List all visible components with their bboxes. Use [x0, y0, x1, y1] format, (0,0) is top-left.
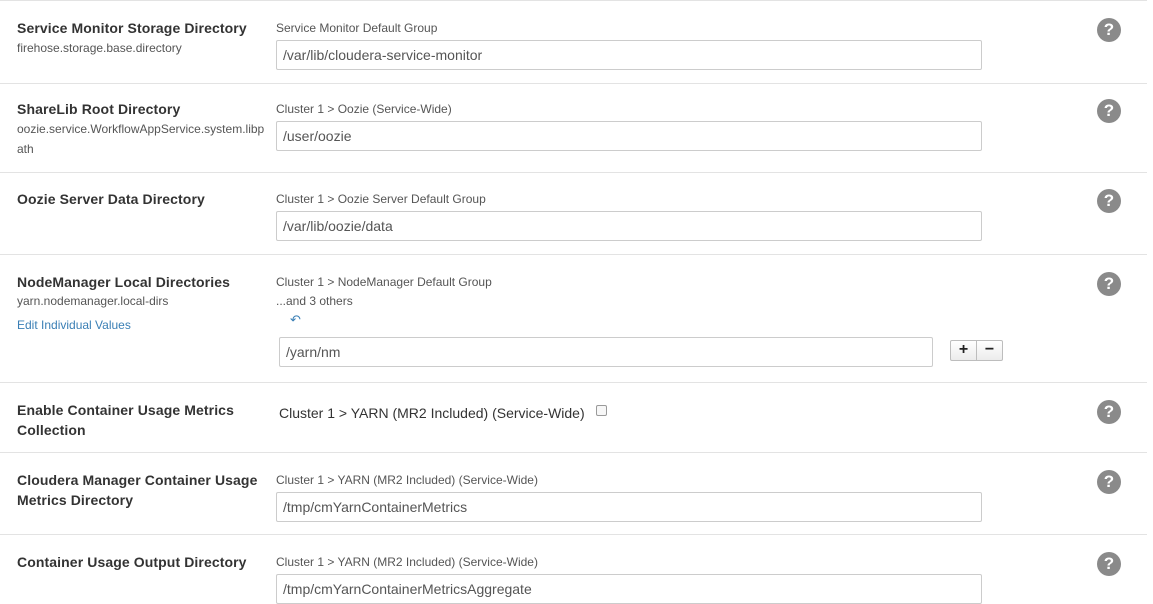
help-icon[interactable]: ? [1097, 552, 1121, 576]
config-title: Service Monitor Storage Directory [17, 20, 247, 36]
help-icon[interactable]: ? [1097, 18, 1121, 42]
help-icon[interactable]: ? [1097, 470, 1121, 494]
config-row-cm-container-metrics-dir: Cloudera Manager Container Usage Metrics… [0, 453, 1147, 535]
remove-value-button[interactable]: − [976, 340, 1003, 361]
config-scope: Cluster 1 > NodeManager Default Group [276, 275, 492, 289]
help-icon[interactable]: ? [1097, 189, 1121, 213]
config-row-nodemanager-local-dirs: NodeManager Local Directories yarn.nodem… [0, 255, 1147, 383]
config-title: Cloudera Manager Container Usage Metrics… [17, 472, 258, 508]
config-title: Oozie Server Data Directory [17, 191, 205, 207]
config-row-container-usage-output: Container Usage Output Directory Cluster… [0, 535, 1147, 604]
config-row-enable-container-metrics: Enable Container Usage Metrics Collectio… [0, 383, 1147, 453]
config-scope: Cluster 1 > YARN (MR2 Included) (Service… [276, 473, 538, 487]
config-value-input[interactable] [276, 574, 982, 604]
config-title: ShareLib Root Directory [17, 101, 181, 117]
config-scope: Service Monitor Default Group [276, 21, 438, 35]
revert-icon[interactable]: ↶ [290, 312, 301, 328]
config-property-name: oozie.service.WorkflowAppService.system.… [17, 122, 265, 156]
config-value-input[interactable] [279, 337, 933, 367]
config-scope: Cluster 1 > YARN (MR2 Included) (Service… [276, 555, 538, 569]
enable-metrics-checkbox[interactable] [596, 405, 607, 416]
help-icon[interactable]: ? [1097, 400, 1121, 424]
help-icon[interactable]: ? [1097, 99, 1121, 123]
add-value-button[interactable]: + [950, 340, 977, 361]
config-value-input[interactable] [276, 492, 982, 522]
config-property-name: firehose.storage.base.directory [17, 41, 182, 55]
config-scope: Cluster 1 > YARN (MR2 Included) (Service… [279, 405, 585, 421]
config-value-input[interactable] [276, 121, 982, 151]
config-property-name: yarn.nodemanager.local-dirs [17, 294, 169, 308]
edit-individual-values-link[interactable]: Edit Individual Values [17, 318, 131, 332]
others-count: ...and 3 others [276, 294, 353, 308]
config-title: Container Usage Output Directory [17, 554, 247, 570]
config-title: NodeManager Local Directories [17, 274, 230, 290]
config-row-oozie-server-data: Oozie Server Data Directory Cluster 1 > … [0, 173, 1147, 255]
help-icon[interactable]: ? [1097, 272, 1121, 296]
config-scope: Cluster 1 > Oozie (Service-Wide) [276, 102, 452, 116]
config-scope: Cluster 1 > Oozie Server Default Group [276, 192, 486, 206]
config-value-input[interactable] [276, 211, 982, 241]
config-row-service-monitor-storage: Service Monitor Storage Directory fireho… [0, 0, 1147, 84]
config-row-sharelib-root: ShareLib Root Directory oozie.service.Wo… [0, 83, 1147, 173]
config-title: Enable Container Usage Metrics Collectio… [17, 402, 234, 438]
config-value-input[interactable] [276, 40, 982, 70]
